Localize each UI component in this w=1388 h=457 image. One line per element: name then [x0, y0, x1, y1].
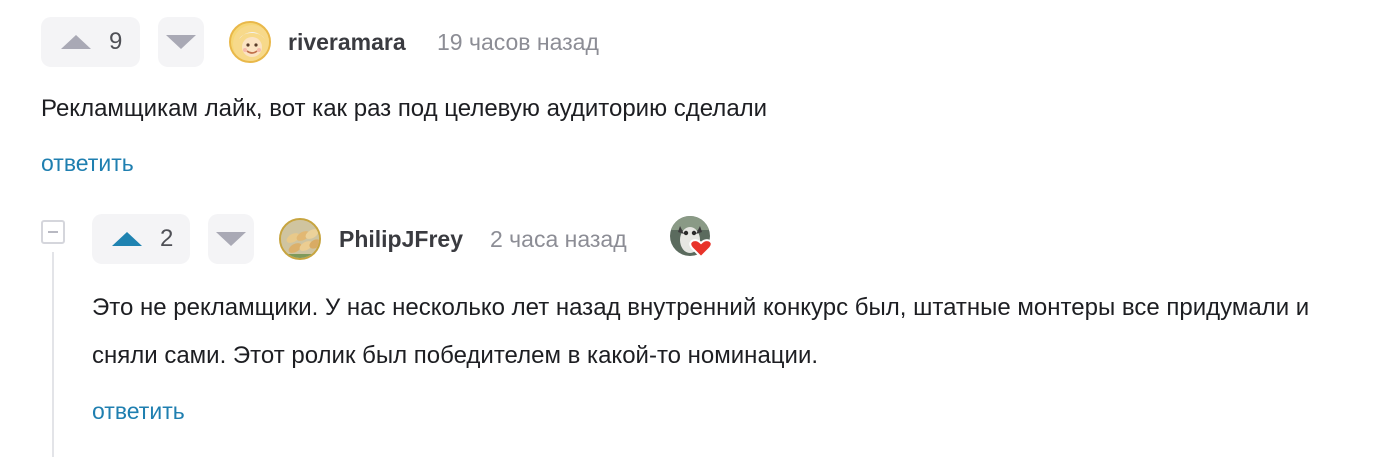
comment-text: Рекламщикам лайк, вот как раз под целеву… — [41, 95, 768, 122]
heart-award-icon[interactable] — [670, 216, 714, 260]
thread-line[interactable] — [52, 252, 54, 457]
reply-link[interactable]: ответить — [92, 398, 185, 425]
cartoon-face-avatar — [233, 25, 269, 61]
comments-page: 9 riveramara 19 часов назад Рекламщикам … — [0, 0, 1388, 457]
avatar[interactable] — [279, 218, 321, 260]
food-photo-avatar — [281, 220, 319, 258]
author-name[interactable]: riveramara — [288, 29, 406, 56]
comment-time: 2 часа назад — [490, 226, 627, 252]
comment-text: Это не рекламщики. У нас несколько лет н… — [92, 294, 1310, 369]
comment-time: 19 часов назад — [437, 29, 599, 55]
arrow-up-icon — [112, 232, 142, 246]
reply-link[interactable]: ответить — [41, 150, 134, 177]
minus-icon — [48, 231, 58, 233]
rating-count: 2 — [160, 225, 174, 252]
collapse-thread-button[interactable] — [41, 220, 65, 244]
arrow-down-icon — [166, 35, 196, 49]
arrow-up-icon — [61, 35, 91, 49]
downvote-button[interactable] — [208, 214, 254, 264]
downvote-button[interactable] — [158, 17, 204, 67]
upvote-button[interactable]: 9 — [41, 17, 140, 67]
arrow-down-icon — [216, 232, 246, 246]
avatar[interactable] — [229, 21, 271, 63]
upvote-button[interactable]: 2 — [92, 214, 190, 264]
rating-count: 9 — [109, 28, 123, 55]
author-name[interactable]: PhilipJFrey — [339, 226, 463, 253]
